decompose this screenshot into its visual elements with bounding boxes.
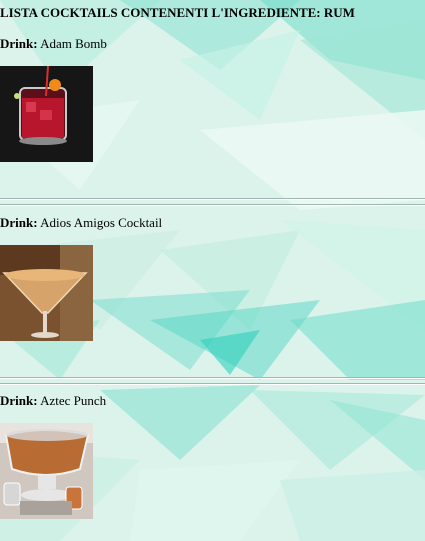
- drink-name: Adam Bomb: [40, 36, 107, 51]
- drink-label-adam-bomb: Drink: Adam Bomb: [0, 36, 107, 52]
- drink-label-aztec-punch: Drink: Aztec Punch: [0, 393, 106, 409]
- drink-name: Adios Amigos Cocktail: [40, 215, 163, 230]
- drink-label-adios-amigos: Drink: Adios Amigos Cocktail: [0, 215, 162, 231]
- drink-name: Aztec Punch: [40, 393, 107, 408]
- drink-image-aztec-punch[interactable]: [0, 423, 93, 519]
- drink-image-adam-bomb[interactable]: [0, 66, 93, 162]
- drink-prefix: Drink:: [0, 215, 38, 230]
- cocktail-photo-red-rocks-glass-icon: [0, 66, 93, 162]
- divider: [0, 383, 425, 385]
- divider: [0, 204, 425, 206]
- drink-image-adios-amigos[interactable]: [0, 245, 93, 341]
- page-title: LISTA COCKTAILS CONTENENTI L'INGREDIENTE…: [0, 5, 355, 20]
- cocktail-photo-martini-glass-icon: [0, 245, 93, 341]
- divider: [0, 377, 425, 379]
- drink-prefix: Drink:: [0, 36, 38, 51]
- divider: [0, 198, 425, 200]
- cocktail-photo-punch-bowl-icon: [0, 423, 93, 519]
- drink-prefix: Drink:: [0, 393, 38, 408]
